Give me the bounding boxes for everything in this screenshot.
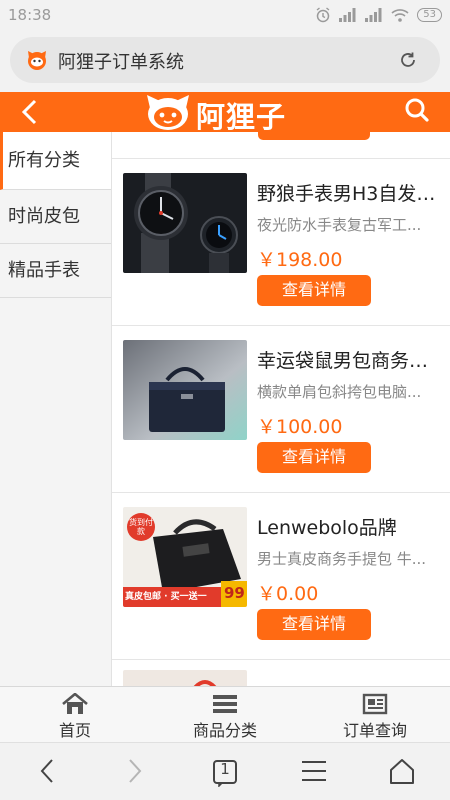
product-card[interactable]: 幸运袋鼠男包商务手提包 横款单肩包斜挎包电脑... ￥100.00 查看详情 <box>112 326 450 486</box>
sidebar-item-bags[interactable]: 时尚皮包 <box>0 190 111 244</box>
product-description: 横款单肩包斜挎包电脑... <box>257 383 422 401</box>
wifi-icon <box>391 8 409 22</box>
site-logo-icon <box>26 49 48 75</box>
browser-home-icon[interactable] <box>388 757 416 789</box>
tab-label: 商品分类 <box>192 721 257 740</box>
product-price: ￥100.00 <box>257 416 343 438</box>
brand-logo-icon <box>142 92 194 136</box>
product-image-bag[interactable] <box>123 340 247 440</box>
sidebar-item-label: 所有分类 <box>8 150 80 171</box>
search-icon[interactable] <box>404 97 430 127</box>
tab-categories[interactable]: 商品分类 <box>175 687 275 743</box>
view-details-button[interactable]: 查看详情 <box>257 609 371 640</box>
previous-item-button-edge <box>258 132 370 140</box>
browser-navigation-bar: 1 <box>0 742 450 800</box>
product-card[interactable]: 货到付款 真皮包邮 · 买一送一 99 Lenwebolo品牌 男士真皮商务手提… <box>112 493 450 653</box>
tab-count: 1 <box>220 760 230 778</box>
url-bar[interactable]: 阿狸子订单系统 <box>10 37 440 83</box>
app-header: 阿狸子 <box>0 92 450 134</box>
refresh-icon[interactable] <box>398 50 418 74</box>
view-details-button[interactable]: 查看详情 <box>257 275 371 306</box>
product-title[interactable]: 野狼手表男H3自发光防水... <box>257 179 445 206</box>
bottom-tab-bar: 首页 商品分类 订单查询 <box>0 686 450 742</box>
product-image-watch[interactable] <box>123 173 247 273</box>
sidebar-item-label: 时尚皮包 <box>8 206 80 227</box>
signal-icon-2 <box>365 8 383 22</box>
order-icon <box>328 693 422 715</box>
product-card[interactable]: 野狼手表男H3自发光防水... 夜光防水手表复古军工... ￥198.00 查看… <box>112 159 450 319</box>
signal-icon <box>339 8 357 22</box>
tab-label: 首页 <box>58 721 91 740</box>
product-title[interactable]: 幸运袋鼠男包商务手提包 <box>257 346 445 373</box>
browser-back-icon[interactable] <box>38 757 56 789</box>
back-arrow-icon[interactable] <box>20 98 38 130</box>
product-price: ￥198.00 <box>257 249 343 271</box>
browser-toolbar: 阿狸子订单系统 <box>0 30 450 92</box>
view-details-button[interactable]: 查看详情 <box>257 442 371 473</box>
product-image-leather-bag[interactable]: 货到付款 真皮包邮 · 买一送一 99 <box>123 507 247 607</box>
home-icon <box>30 693 120 715</box>
page-title: 阿狸子订单系统 <box>58 52 184 73</box>
browser-tabs-icon[interactable]: 1 <box>210 757 240 791</box>
list-icon <box>175 693 275 715</box>
sidebar-item-all[interactable]: 所有分类 <box>0 132 111 190</box>
brand-title: 阿狸子 <box>196 100 287 134</box>
status-icons: 53 <box>315 6 442 24</box>
browser-forward-icon[interactable] <box>126 757 144 789</box>
status-time: 18:38 <box>8 6 52 24</box>
product-title[interactable]: Lenwebolo品牌 <box>257 513 445 540</box>
product-price: ￥0.00 <box>257 583 319 605</box>
alarm-icon <box>315 7 331 23</box>
status-bar: 18:38 53 <box>0 0 450 30</box>
browser-menu-icon[interactable] <box>301 757 327 789</box>
product-card-partial[interactable] <box>112 660 450 686</box>
product-description: 男士真皮商务手提包 牛... <box>257 550 427 568</box>
promo-price-tag: 99 <box>224 584 245 602</box>
promo-banner: 真皮包邮 · 买一送一 <box>125 592 207 602</box>
promo-badge: 货到付款 <box>127 513 155 541</box>
product-list[interactable]: 野狼手表男H3自发光防水... 夜光防水手表复古军工... ￥198.00 查看… <box>112 132 450 686</box>
tab-orders[interactable]: 订单查询 <box>328 687 422 743</box>
tab-home[interactable]: 首页 <box>30 687 120 743</box>
sidebar-item-label: 精品手表 <box>8 260 80 281</box>
tab-label: 订单查询 <box>342 721 407 740</box>
category-sidebar: 所有分类 时尚皮包 精品手表 <box>0 132 112 686</box>
sidebar-item-watches[interactable]: 精品手表 <box>0 244 111 298</box>
battery-indicator: 53 <box>417 8 442 22</box>
product-description: 夜光防水手表复古军工... <box>257 216 422 234</box>
product-image-partial[interactable] <box>123 670 247 686</box>
